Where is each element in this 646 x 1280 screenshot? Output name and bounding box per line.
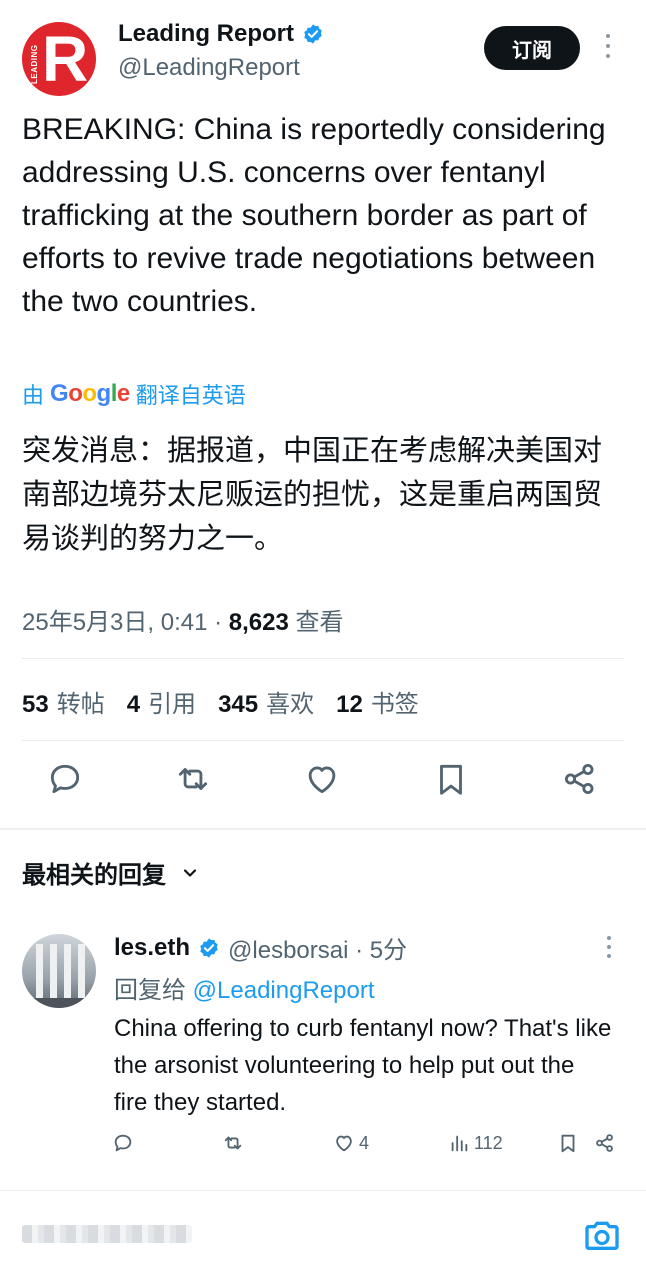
reply-reply-icon[interactable] [112,1132,134,1154]
reply-text: China offering to curb fentanyl now? Tha… [114,1015,612,1116]
reply-bookmark-icon[interactable] [557,1132,579,1154]
reply-views-count: 112 [474,1132,503,1153]
translation-attribution[interactable]: 由 Google 翻译自英语 [22,378,246,410]
more-options-icon[interactable] [600,34,616,64]
tweet-timestamp[interactable]: 25年5月3日, 0:41 · [22,609,229,636]
likes-stat[interactable]: 345 喜欢 [218,684,314,719]
divider [22,658,624,659]
tweet-text: BREAKING: China is reportedly considerin… [22,113,606,318]
reply-action-bar: 4 112 [0,1132,646,1162]
tweet-action-bar [0,760,646,810]
reply-avatar[interactable] [22,934,96,1008]
reply-repost-icon[interactable] [222,1132,244,1154]
like-icon[interactable] [303,760,343,804]
avatar-logo-subtext: LEADING [30,44,39,85]
chevron-down-icon [183,868,197,877]
reply-sort-selector[interactable]: 最相关的回复 [22,855,200,890]
share-icon[interactable] [561,760,601,804]
quotes-stat[interactable]: 4 引用 [127,684,196,719]
reply-author-name[interactable]: les.eth [114,934,190,962]
replying-to: 回复给 @LeadingReport [114,977,375,1004]
engagement-stats: 53 转帖 4 引用 345 喜欢 12 书签 [22,684,419,719]
reply-author-handle-time[interactable]: @lesborsai · 5分 [228,930,407,965]
reply-header: les.eth @lesborsai · 5分 [114,930,407,965]
subscribe-button[interactable]: 订阅 [484,26,580,70]
author-name[interactable]: Leading Report [118,20,294,48]
reply-composer [0,1190,646,1280]
author-name-row: Leading Report [118,20,324,48]
author-avatar[interactable]: R LEADING [22,22,96,96]
reposts-stat[interactable]: 53 转帖 [22,684,105,719]
tweet-header: R LEADING Leading Report @LeadingReport … [0,0,646,100]
verified-badge-icon [304,24,322,44]
reply-input[interactable] [22,1213,222,1253]
reply-share-icon[interactable] [594,1132,616,1154]
avatar-logo-letter: R [42,23,89,95]
google-logo: Google [50,380,130,407]
verified-badge-icon [200,937,218,958]
author-handle[interactable]: @LeadingReport [118,54,300,82]
bookmarks-stat[interactable]: 12 书签 [336,684,419,719]
translate-suffix: 翻译自英语 [135,383,246,408]
divider [22,740,624,741]
views-count: 8,623 [228,609,289,636]
analytics-icon [451,1135,468,1152]
translate-prefix: 由 [22,383,45,408]
reply-like-count: 4 [359,1132,370,1153]
section-divider [0,828,646,830]
reply-like-icon [336,1135,352,1152]
reply-views-button[interactable]: 112 [448,1132,503,1154]
replying-to-handle[interactable]: @LeadingReport [193,977,375,1004]
repost-icon[interactable] [174,760,214,804]
translated-text: 突发消息：据报道，中国正在考虑解决美国对南部边境芬太尼贩运的担忧，这是重启两国贸… [22,433,603,555]
blurred-placeholder [22,1225,192,1243]
views-label: 查看 [288,609,344,636]
camera-icon[interactable] [582,1215,622,1255]
reply-icon[interactable] [46,760,86,804]
reply-more-options-icon[interactable] [602,936,616,964]
reply-like-button[interactable]: 4 [333,1132,369,1154]
tweet-meta: 25年5月3日, 0:41 · 8,623 查看 [22,602,344,637]
reply-sort-label: 最相关的回复 [22,862,166,889]
bookmark-icon[interactable] [432,760,472,804]
